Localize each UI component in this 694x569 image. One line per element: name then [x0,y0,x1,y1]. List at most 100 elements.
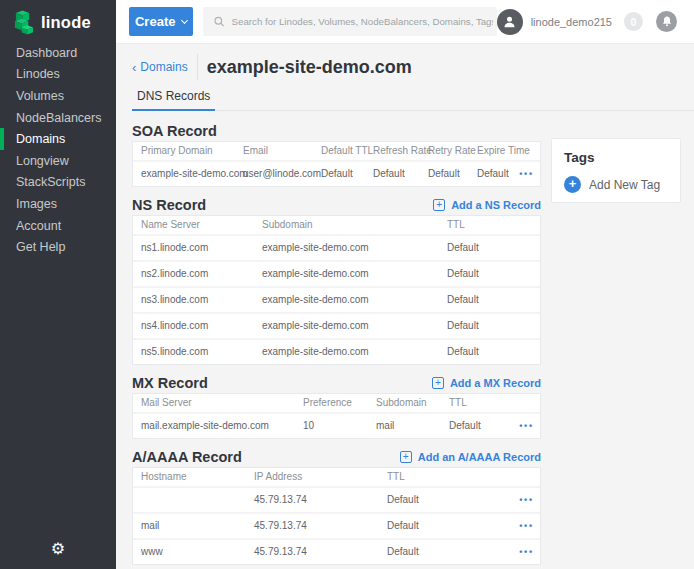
row-actions-menu-button[interactable]: ••• [519,414,534,438]
section-title-ns: NS Record [132,198,206,212]
row-actions-menu-button[interactable]: ••• [519,540,534,564]
breadcrumb-back-label: Domains [140,60,187,74]
main-area: Create linode_demo215 0 [116,0,694,569]
search-input[interactable] [232,16,493,27]
sidebar-item-longview[interactable]: Longview [0,150,116,172]
breadcrumb-divider [197,54,198,80]
table-cell: Default [447,288,479,312]
table-cell: ns2.linode.com [141,262,208,286]
section-title-a: A/AAAA Record [132,450,242,464]
section-head-soa: SOA Record [132,124,541,138]
sidebar-item-volumes[interactable]: Volumes [0,85,116,107]
tab-dns-records[interactable]: DNS Records [132,88,215,111]
tabs: DNS Records [132,86,694,111]
right-column: Tags + Add New Tag [551,138,681,565]
record-table-soa: Primary DomainEmailDefault TTLRefresh Ra… [132,141,541,187]
create-button[interactable]: Create [129,7,193,36]
column-header: Subdomain [376,394,427,412]
linode-logo-icon [13,10,35,35]
sidebar-item-stackscripts[interactable]: StackScripts [0,172,116,194]
sidebar: linode DashboardLinodesVolumesNodeBalanc… [0,0,116,569]
sidebar-item-nodebalancers[interactable]: NodeBalancers [0,107,116,129]
bell-icon [661,15,673,28]
table-header-row: Primary DomainEmailDefault TTLRefresh Ra… [133,142,540,162]
notification-count-badge[interactable]: 0 [624,12,643,31]
sidebar-nav: DashboardLinodesVolumesNodeBalancersDoma… [0,42,116,258]
table-cell: Default [447,314,479,338]
table-cell: ns4.linode.com [141,314,208,338]
section-head-a: A/AAAA Record +Add an A/AAAA Record [132,450,541,464]
search-bar [203,7,496,36]
add-new-tag-label: Add New Tag [589,178,660,192]
add-record-link-ns[interactable]: +Add a NS Record [433,198,541,212]
table-row: ns2.linode.comexample-site-demo.comDefau… [133,262,540,288]
column-header: Preference [303,394,352,412]
column-header: IP Address [254,468,302,486]
row-actions-menu-button[interactable]: ••• [519,488,534,512]
tags-panel-title: Tags [564,150,668,165]
avatar[interactable] [497,9,523,35]
notifications-bell-button[interactable] [656,11,677,32]
columns: SOA RecordPrimary DomainEmailDefault TTL… [132,111,694,565]
table-cell: 10 [303,414,314,438]
sidebar-item-account[interactable]: Account [0,215,116,237]
table-cell: Default [428,162,460,186]
table-cell: Default [321,162,353,186]
table-cell: example-site-demo.com [262,288,369,312]
table-cell: Default [387,514,419,538]
table-cell: ns5.linode.com [141,340,208,364]
add-record-link-mx[interactable]: +Add a MX Record [432,376,541,390]
table-cell: Default [387,540,419,564]
row-actions-menu-button[interactable]: ••• [519,514,534,538]
section-title-soa: SOA Record [132,124,217,138]
record-table-ns: Name ServerSubdomainTTLns1.linode.comexa… [132,215,541,365]
sidebar-item-dashboard[interactable]: Dashboard [0,42,116,64]
chevron-down-icon [181,16,188,23]
table-cell: example-site-demo.com [262,236,369,260]
column-header: Subdomain [262,216,313,234]
plus-circle-icon: + [564,176,581,193]
table-cell: ns1.linode.com [141,236,208,260]
sidebar-item-linodes[interactable]: Linodes [0,64,116,86]
record-sections: SOA RecordPrimary DomainEmailDefault TTL… [132,111,541,565]
table-row: ns4.linode.com example-site-demo.com Defau… [133,314,540,340]
table-cell: 45.79.13.74 [254,514,307,538]
table-row: ns1.linode.com example-site-demo.com Defau… [133,236,540,262]
logo[interactable]: linode [0,0,116,44]
column-header: Default TTL [321,142,373,160]
plus-square-icon: + [432,377,444,389]
table-cell: Default [447,262,479,286]
add-new-tag-button[interactable]: + Add New Tag [564,176,668,193]
column-header: Email [243,142,268,160]
record-table-mx: Mail ServerPreferenceSubdomainTTLmail.ex… [132,393,541,439]
breadcrumb-back-link[interactable]: ‹ Domains [132,60,188,74]
table-cell: Default [477,162,509,186]
column-header: Retry Rate [428,142,476,160]
sidebar-item-domains[interactable]: Domains [0,128,116,150]
table-cell: Default [373,162,405,186]
create-button-label: Create [135,14,175,29]
table-cell: user@linode.com [243,162,321,186]
column-header: TTL [447,216,465,234]
brand-name: linode [41,13,91,32]
table-cell: example-site-demo.com [262,314,369,338]
table-header-row: Name ServerSubdomainTTL [133,216,540,236]
plus-square-icon: + [400,451,412,463]
add-record-link-a[interactable]: +Add an A/AAAA Record [400,450,541,464]
add-record-label: Add a NS Record [451,198,541,212]
table-row: www45.79.13.74Default••• [133,540,540,564]
page-title: example-site-demo.com [207,57,412,78]
table-cell: Default [447,340,479,364]
app: linode DashboardLinodesVolumesNodeBalanc… [0,0,694,569]
column-header: Expire Time [477,142,530,160]
sidebar-item-images[interactable]: Images [0,193,116,215]
sidebar-item-get-help[interactable]: Get Help [0,236,116,258]
table-cell: Default [447,236,479,260]
table-cell: mail.example-site-demo.com [141,414,269,438]
username[interactable]: linode_demo215 [531,16,612,28]
table-cell: example-site-demo.com [141,162,248,186]
row-actions-menu-button[interactable]: ••• [519,162,534,186]
user-cluster: linode_demo215 0 [497,9,677,35]
section-head-ns: NS Record +Add a NS Record [132,198,541,212]
settings-gear-icon[interactable]: ⚙ [0,539,116,558]
